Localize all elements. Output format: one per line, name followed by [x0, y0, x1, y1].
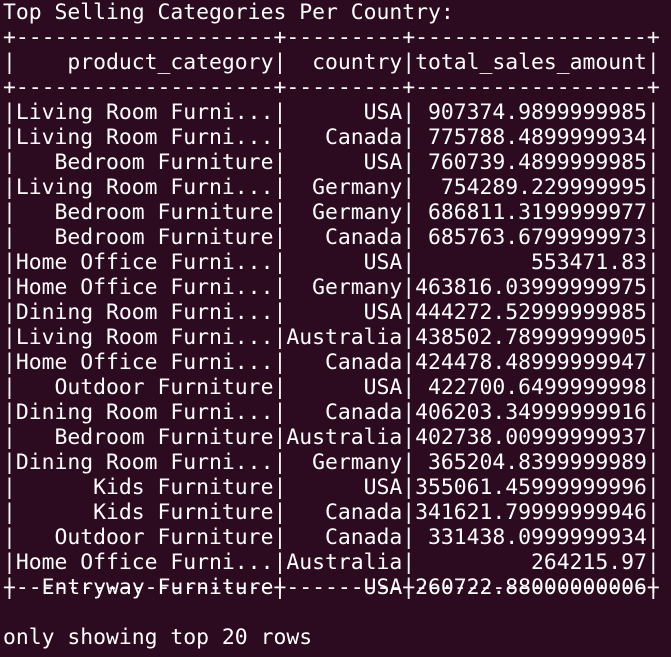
- table-row: |Dining Room Furni...| Canada|406203.349…: [3, 400, 660, 425]
- table-row: | Bedroom Furniture| USA| 760739.4899999…: [3, 150, 660, 175]
- table-header-row: | product_category| country|total_sales_…: [3, 50, 660, 75]
- table-border-top: +--------------------+---------+--------…: [3, 25, 660, 50]
- table-row: |Living Room Furni...| USA| 907374.98999…: [3, 100, 660, 125]
- table-row: |Dining Room Furni...| Germany| 365204.8…: [3, 450, 660, 475]
- table-row: | Outdoor Furniture| Canada| 331438.0999…: [3, 525, 660, 550]
- table-border-header: +--------------------+---------+--------…: [3, 75, 660, 100]
- table-border-bottom: +--------------------+---------+--------…: [3, 575, 660, 600]
- table-row: | Kids Furniture| USA|355061.45999999996…: [3, 475, 660, 500]
- terminal-output: Top Selling Categories Per Country: +---…: [0, 0, 671, 657]
- table-row: |Living Room Furni...| Canada| 775788.48…: [3, 125, 660, 150]
- footer-text: only showing top 20 rows: [3, 625, 313, 650]
- table-row: | Kids Furniture| Canada|341621.79999999…: [3, 500, 660, 525]
- table-row: | Bedroom Furniture| Canada| 685763.6799…: [3, 225, 660, 250]
- output-heading: Top Selling Categories Per Country:: [3, 0, 454, 25]
- table-row: |Home Office Furni...|Australia| 264215.…: [3, 550, 660, 575]
- table-row: |Living Room Furni...|Australia|438502.7…: [3, 325, 660, 350]
- table-row: | Bedroom Furniture| Germany| 686811.319…: [3, 200, 660, 225]
- table-row: |Home Office Furni...| USA| 553471.83|: [3, 250, 660, 275]
- table-row: |Dining Room Furni...| USA|444272.529999…: [3, 300, 660, 325]
- table-row: |Living Room Furni...| Germany| 754289.2…: [3, 175, 660, 200]
- table-row: |Home Office Furni...| Germany|463816.03…: [3, 275, 660, 300]
- table-row: |Home Office Furni...| Canada|424478.489…: [3, 350, 660, 375]
- table-row: | Outdoor Furniture| USA| 422700.6499999…: [3, 375, 660, 400]
- table-row: | Bedroom Furniture|Australia|402738.009…: [3, 425, 660, 450]
